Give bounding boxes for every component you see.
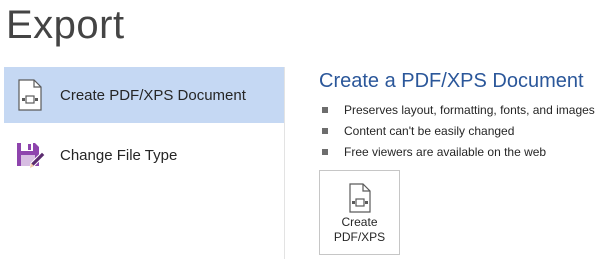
list-item-text: Preserves layout, formatting, fonts, and… (344, 102, 595, 117)
bullet-icon (322, 106, 328, 113)
feature-list: Preserves layout, formatting, fonts, and… (320, 99, 595, 162)
list-item: Preserves layout, formatting, fonts, and… (320, 99, 595, 120)
nav-item-change-file-type[interactable]: Change File Type (4, 127, 284, 183)
page-title: Export (6, 3, 125, 47)
pdf-document-icon (14, 77, 46, 113)
button-label-line-2: PDF/XPS (333, 230, 386, 244)
bullet-icon (322, 127, 328, 134)
list-item-text: Content can't be easily changed (344, 123, 515, 138)
save-as-icon (14, 137, 46, 173)
panel-divider (284, 67, 285, 259)
bullet-icon (322, 148, 328, 155)
pdf-document-icon (348, 183, 372, 213)
nav-item-create-pdf-xps[interactable]: Create PDF/XPS Document (4, 67, 284, 123)
list-item: Content can't be easily changed (320, 120, 595, 141)
create-pdf-xps-button[interactable]: Create PDF/XPS (319, 170, 400, 255)
button-label-line-1: Create (341, 215, 378, 229)
export-nav: Create PDF/XPS Document Change File Type (4, 67, 284, 183)
nav-item-label: Change File Type (60, 146, 178, 164)
nav-item-label: Create PDF/XPS Document (60, 86, 246, 104)
section-title: Create a PDF/XPS Document (319, 70, 584, 92)
list-item: Free viewers are available on the web (320, 141, 595, 162)
list-item-text: Free viewers are available on the web (344, 144, 547, 159)
create-pdf-xps-button-label: Create PDF/XPS (334, 215, 385, 245)
